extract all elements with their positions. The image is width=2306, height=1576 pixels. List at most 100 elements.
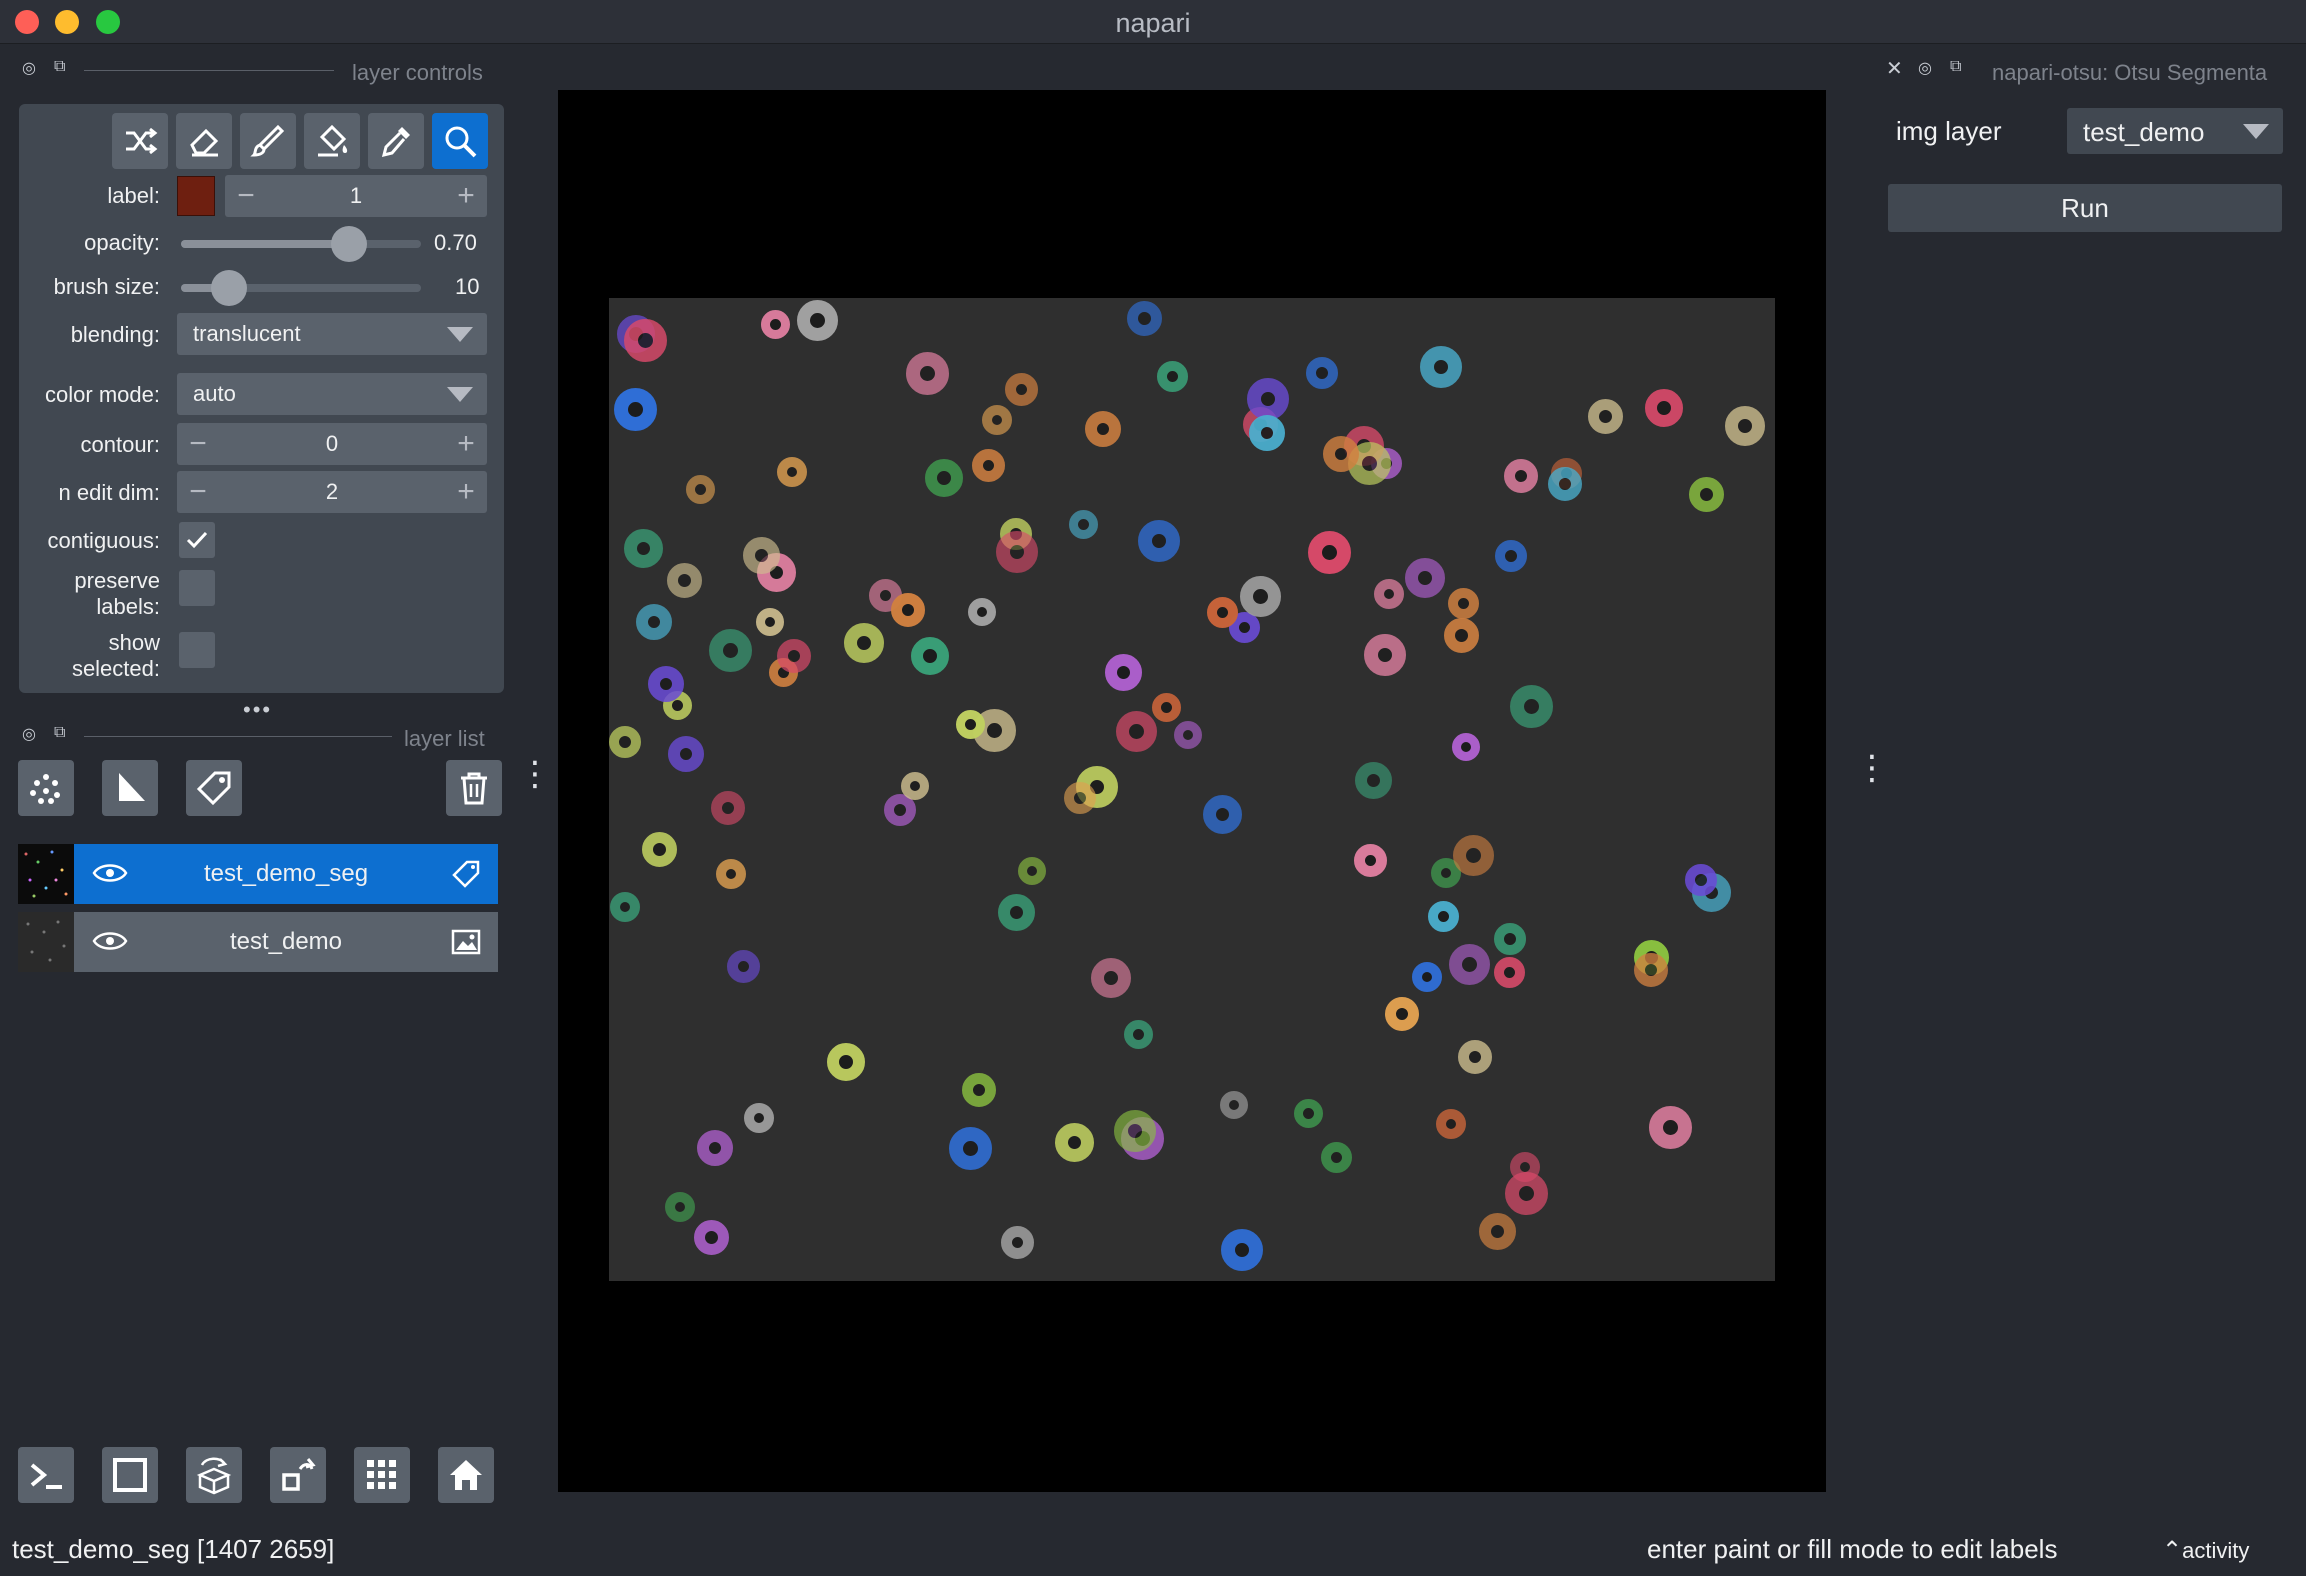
n-edit-dim-increment-button[interactable]: + [445, 471, 487, 513]
segmented-cell [1308, 531, 1351, 574]
label-spinbox[interactable]: − 1 + [225, 175, 487, 217]
fill-button[interactable] [304, 113, 360, 169]
new-points-layer-button[interactable] [18, 760, 74, 816]
layer-name: test_demo [229, 928, 343, 955]
layer-row-body[interactable]: test_demo_seg [74, 844, 498, 904]
segmented-cell [1247, 378, 1289, 420]
dock-splitter-handle-icon[interactable]: ⋮ [1855, 751, 1889, 785]
img-layer-dropdown[interactable]: test_demo [2067, 108, 2283, 154]
layer-thumbnail [18, 912, 74, 972]
segmented-cell [668, 736, 704, 772]
dock-float-icon[interactable]: ◎ [22, 724, 36, 744]
segmented-cell [1355, 762, 1392, 799]
paint-button[interactable] [240, 113, 296, 169]
viewer-canvas[interactable] [558, 90, 1826, 1492]
brush-size-slider-handle[interactable] [211, 270, 247, 306]
ndisplay-button[interactable] [102, 1447, 158, 1503]
brush-size-slider[interactable] [181, 270, 421, 306]
segmented-cell [610, 892, 640, 922]
segmented-cell [1649, 1106, 1692, 1149]
visibility-eye-icon[interactable] [90, 926, 130, 956]
segmented-cell [956, 710, 985, 739]
contiguous-checkbox[interactable] [179, 522, 215, 558]
segmented-cell [844, 623, 884, 663]
labels-layer-type-icon [452, 860, 480, 888]
segmented-cell [1152, 693, 1181, 722]
console-button[interactable] [18, 1447, 74, 1503]
color-mode-dropdown[interactable]: auto [177, 373, 487, 415]
label-value: 1 [349, 183, 363, 208]
segmented-cell [968, 598, 996, 626]
segmented-cell [1306, 357, 1338, 389]
dock-float-icon[interactable]: ◎ [1918, 58, 1932, 78]
segmented-cell [777, 457, 807, 487]
home-button[interactable] [438, 1447, 494, 1503]
ndisplay-icon [113, 1458, 147, 1492]
dock-detach-icon[interactable]: ⧉ [1950, 58, 1961, 76]
segmented-cell [962, 1073, 996, 1107]
segmented-cell [1091, 958, 1131, 998]
segmented-cell [1412, 962, 1442, 992]
segmented-cell [1221, 1229, 1263, 1271]
segmented-cell [1504, 459, 1538, 493]
erase-icon [190, 128, 219, 157]
blending-value: translucent [193, 321, 301, 346]
image-view [609, 298, 1775, 1281]
show-selected-caption-line2: selected: [71, 656, 160, 681]
label-increment-button[interactable]: + [445, 175, 487, 217]
preserve-labels-checkbox[interactable] [179, 570, 215, 606]
img-layer-value: test_demo [2083, 117, 2205, 147]
pick-color-button[interactable] [368, 113, 424, 169]
new-labels-layer-button[interactable] [186, 760, 242, 816]
opacity-slider-handle[interactable] [331, 226, 367, 262]
segmented-cell [743, 537, 780, 574]
status-help-message: enter paint or fill mode to edit labels [1647, 1534, 2058, 1564]
plugin-title: napari-otsu: Otsu Segmenta [1992, 60, 2268, 85]
delete-layer-button[interactable] [446, 760, 502, 816]
segmented-cell [1018, 857, 1046, 885]
layer-row-test-demo[interactable]: test_demo [18, 912, 498, 972]
layer-list-menu-icon[interactable]: ⋮ [518, 757, 552, 791]
segmented-cell [1725, 406, 1765, 446]
segmented-cell [1203, 795, 1242, 834]
segmented-cell [1448, 588, 1479, 619]
segmented-cell [624, 319, 667, 362]
pan-zoom-button[interactable] [432, 113, 488, 169]
new-shapes-layer-button[interactable] [102, 760, 158, 816]
segmented-cell [1494, 923, 1526, 955]
contour-increment-button[interactable]: + [445, 423, 487, 465]
activity-button[interactable]: ⌃activity [2162, 1536, 2249, 1565]
layer-row-body[interactable]: test_demo [74, 912, 498, 972]
chevron-down-icon [2243, 124, 2269, 139]
segmented-cell [906, 352, 949, 395]
n-edit-dim-decrement-button[interactable]: − [177, 471, 219, 513]
transpose-button[interactable] [270, 1447, 326, 1503]
blending-dropdown[interactable]: translucent [177, 313, 487, 355]
segmented-cell [1458, 1040, 1492, 1074]
layer-row-test-demo-seg[interactable]: test_demo_seg [18, 844, 498, 904]
label-decrement-button[interactable]: − [225, 175, 267, 217]
segmented-cell [1116, 711, 1157, 752]
contour-decrement-button[interactable]: − [177, 423, 219, 465]
visibility-eye-icon[interactable] [90, 858, 130, 888]
close-dock-icon[interactable]: ✕ [1886, 56, 1903, 81]
segmented-cell [1001, 1226, 1034, 1259]
show-selected-checkbox[interactable] [179, 632, 215, 668]
grid-view-button[interactable] [354, 1447, 410, 1503]
n-edit-dim-spinbox[interactable]: − 2 + [177, 471, 487, 513]
contour-caption: contour: [80, 432, 161, 457]
opacity-slider[interactable] [181, 226, 421, 262]
segmented-cell [1127, 301, 1162, 336]
dock-float-icon[interactable]: ◎ [22, 58, 36, 78]
contour-spinbox[interactable]: − 0 + [177, 423, 487, 465]
dock-detach-icon[interactable]: ⧉ [54, 58, 65, 76]
dock-detach-icon[interactable]: ⧉ [54, 724, 65, 742]
roll-dims-button[interactable] [186, 1447, 242, 1503]
erase-button[interactable] [176, 113, 232, 169]
zoom-pan-icon [445, 126, 477, 158]
brush-size-value: 10 [455, 274, 480, 299]
segmented-cell [911, 637, 949, 675]
run-button[interactable]: Run [1888, 184, 2282, 232]
segmented-cell [716, 859, 746, 889]
shuffle-colors-button[interactable] [112, 113, 168, 169]
